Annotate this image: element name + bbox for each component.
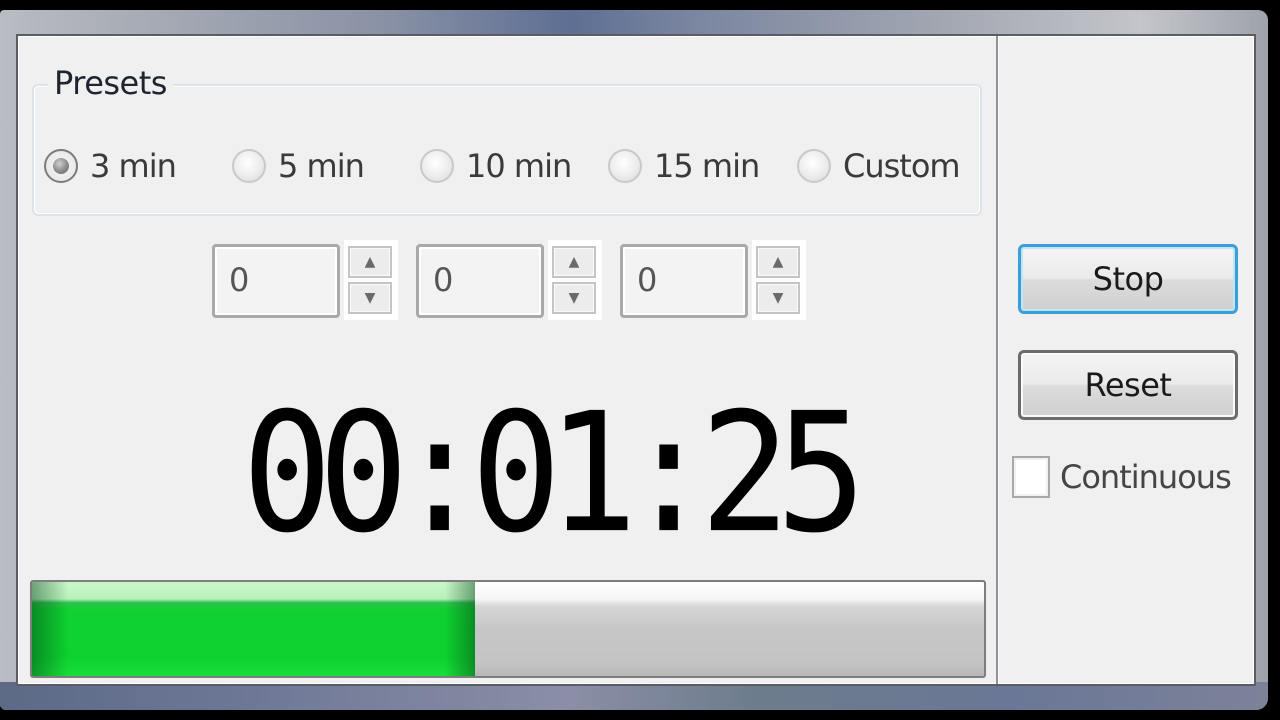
- timer-display: 00:01:25: [242, 378, 866, 570]
- seconds-up-button[interactable]: ▲: [756, 246, 800, 278]
- minutes-up-button[interactable]: ▲: [552, 246, 596, 278]
- pane-divider: [996, 36, 999, 684]
- preset-label: Custom: [843, 147, 961, 185]
- stop-button[interactable]: Stop: [1018, 244, 1238, 314]
- arrow-up-icon: ▲: [772, 254, 784, 270]
- radio-button-icon[interactable]: [797, 149, 831, 183]
- window-frame-bottom: [0, 682, 1268, 710]
- timer-progress-fill: [32, 582, 475, 676]
- seconds-down-button[interactable]: ▼: [756, 282, 800, 314]
- preset-radio-5-min[interactable]: 5 min: [232, 144, 365, 188]
- arrow-down-icon: ▼: [772, 290, 784, 306]
- radio-button-icon[interactable]: [44, 149, 78, 183]
- preset-label: 5 min: [278, 147, 365, 185]
- preset-label: 15 min: [654, 147, 760, 185]
- continuous-checkbox[interactable]: [1012, 456, 1050, 498]
- presets-radio-group: 3 min 5 min 10 min 15 min Custom: [44, 144, 984, 188]
- minutes-input[interactable]: 0: [416, 244, 544, 318]
- window-client-area: Presets 3 min 5 min 10 min 15 min Custom: [16, 34, 1256, 686]
- continuous-label: Continuous: [1060, 458, 1232, 496]
- arrow-up-icon: ▲: [364, 254, 376, 270]
- radio-button-icon[interactable]: [232, 149, 266, 183]
- preset-radio-3-min[interactable]: 3 min: [44, 144, 177, 188]
- arrow-up-icon: ▲: [568, 254, 580, 270]
- preset-label: 10 min: [466, 147, 572, 185]
- preset-radio-custom[interactable]: Custom: [797, 144, 961, 188]
- window-frame: Presets 3 min 5 min 10 min 15 min Custom: [0, 10, 1268, 710]
- reset-button[interactable]: Reset: [1018, 350, 1238, 420]
- minutes-down-button[interactable]: ▼: [552, 282, 596, 314]
- hours-input[interactable]: 0: [212, 244, 340, 318]
- radio-button-icon[interactable]: [608, 149, 642, 183]
- hours-up-button[interactable]: ▲: [348, 246, 392, 278]
- hours-down-button[interactable]: ▼: [348, 282, 392, 314]
- preset-radio-10-min[interactable]: 10 min: [420, 144, 572, 188]
- radio-button-icon[interactable]: [420, 149, 454, 183]
- preset-radio-15-min[interactable]: 15 min: [608, 144, 760, 188]
- arrow-down-icon: ▼: [364, 290, 376, 306]
- seconds-input[interactable]: 0: [620, 244, 748, 318]
- presets-title: Presets: [48, 64, 173, 102]
- preset-label: 3 min: [90, 147, 177, 185]
- continuous-checkbox-row[interactable]: Continuous: [1012, 454, 1232, 500]
- timer-progress-bar: [30, 580, 986, 678]
- arrow-down-icon: ▼: [568, 290, 580, 306]
